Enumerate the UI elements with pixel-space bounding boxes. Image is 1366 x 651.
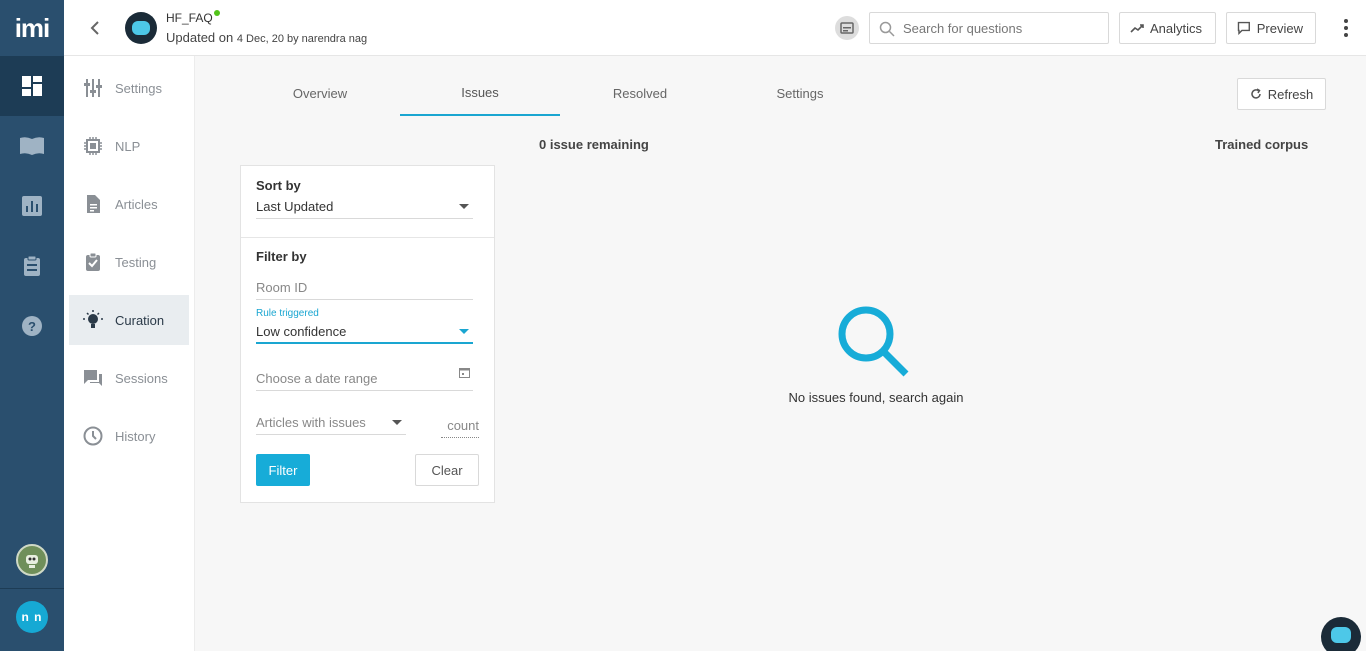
more-vertical-icon[interactable] (1336, 18, 1356, 38)
tab-settings[interactable]: Settings (720, 70, 880, 116)
layout-toggle[interactable] (835, 16, 859, 40)
refresh-label: Refresh (1267, 86, 1314, 102)
lightbulb-icon (83, 310, 103, 328)
room-id-input[interactable]: Room ID (256, 276, 473, 300)
sort-select[interactable]: Last Updated (256, 195, 473, 219)
calendar-icon (459, 368, 470, 378)
sidebar-item-testing[interactable]: Testing (69, 237, 189, 287)
svg-text:?: ? (28, 319, 36, 334)
rule-triggered-label: Rule triggered (256, 308, 319, 319)
updated-info: Updated on 4 Dec, 20 by narendra nag (166, 30, 367, 45)
rule-value: Low confidence (256, 323, 347, 339)
tab-overview[interactable]: Overview (240, 70, 400, 116)
caret-down-icon (459, 329, 469, 334)
updated-meta: 4 Dec, 20 by narendra nag (236, 33, 368, 45)
articles-with-issues-select[interactable]: Articles with issues (256, 411, 406, 435)
refresh-icon (1251, 88, 1261, 99)
rail-knowledge[interactable] (0, 116, 64, 176)
count-input[interactable]: count (441, 414, 479, 438)
document-icon (87, 195, 100, 213)
bar-chart-icon (22, 196, 42, 216)
sidebar-item-sessions[interactable]: Sessions (69, 353, 189, 403)
bot-logo (125, 12, 157, 44)
sidebar-item-label: Testing (115, 254, 157, 270)
analytics-label: Analytics (1150, 20, 1203, 36)
empty-state-message: No issues found, search again (788, 390, 964, 405)
sidebar-item-history[interactable]: History (69, 411, 189, 461)
search-box[interactable] (869, 12, 1109, 44)
search-input[interactable] (903, 13, 1103, 43)
filter-button[interactable]: Filter (256, 454, 310, 486)
book-icon (20, 137, 44, 155)
sidebar-item-label: Settings (115, 80, 162, 96)
rail-divider (0, 588, 64, 589)
app-rail: imi ? n n (0, 0, 64, 651)
sidebar-item-curation[interactable]: Curation (69, 295, 189, 345)
sidebar-item-label: NLP (115, 138, 141, 154)
help-icon: ? (22, 316, 42, 336)
sidebar-item-label: Articles (115, 196, 158, 212)
filter-by-label: Filter by (256, 249, 307, 264)
sort-by-label: Sort by (256, 178, 301, 193)
bot-avatar[interactable] (16, 544, 48, 576)
sidebar-item-settings[interactable]: Settings (69, 63, 189, 113)
caret-down-icon (392, 420, 402, 425)
sidebar-item-label: Sessions (115, 370, 168, 386)
dashboard-icon (22, 76, 42, 96)
sidebar-item-label: History (115, 428, 156, 444)
chevron-left-icon[interactable] (86, 18, 106, 38)
user-avatar[interactable]: n n (16, 601, 48, 633)
rail-tasks[interactable] (0, 236, 64, 296)
refresh-button[interactable]: Refresh (1237, 78, 1326, 110)
sliders-icon (84, 79, 102, 97)
issues-remaining: 0 issue remaining (539, 137, 649, 152)
rail-analytics[interactable] (0, 176, 64, 236)
search-icon (838, 306, 909, 377)
bot-sidebar: Settings NLP Articles Testing Curation S… (64, 56, 195, 651)
tab-resolved[interactable]: Resolved (560, 70, 720, 116)
rail-help[interactable]: ? (0, 296, 64, 356)
preview-button[interactable]: Preview (1226, 12, 1316, 44)
updated-prefix: Updated on (166, 30, 234, 45)
sidebar-item-label: Curation (115, 312, 165, 328)
sidebar-item-nlp[interactable]: NLP (69, 121, 189, 171)
rail-dashboard[interactable] (0, 56, 64, 116)
clipboard-check-icon (86, 252, 100, 271)
bot-name: HF_FAQ (166, 11, 213, 25)
chatbot-launcher[interactable] (1321, 617, 1361, 651)
chip-icon (84, 137, 102, 155)
message-icon (1237, 21, 1250, 35)
date-range-placeholder: Choose a date range (256, 371, 378, 386)
online-status-dot (214, 10, 220, 16)
sort-value: Last Updated (256, 199, 334, 214)
clipboard-icon (24, 255, 40, 276)
articles-placeholder: Articles with issues (256, 415, 366, 430)
robot-icon (26, 555, 38, 568)
panel-divider (241, 237, 494, 238)
window-icon (840, 22, 854, 34)
date-range-input[interactable]: Choose a date range (256, 367, 473, 391)
sidebar-item-articles[interactable]: Articles (69, 179, 189, 229)
imi-logo[interactable]: imi (0, 0, 64, 56)
trained-corpus-heading: Trained corpus (1215, 137, 1309, 152)
search-icon (879, 21, 895, 37)
filter-panel: Sort by Last Updated Filter by Room ID R… (240, 165, 495, 503)
caret-down-icon (459, 204, 469, 209)
tab-issues[interactable]: Issues (400, 70, 560, 116)
analytics-button[interactable]: Analytics (1119, 12, 1216, 44)
clear-button[interactable]: Clear (415, 454, 479, 486)
rule-triggered-select[interactable]: Low confidence (256, 320, 473, 344)
history-icon (83, 426, 103, 446)
chat-icon (84, 370, 102, 386)
preview-label: Preview (1256, 20, 1303, 36)
top-header: HF_FAQ Updated on 4 Dec, 20 by narendra … (64, 0, 1366, 56)
trending-up-icon (1130, 24, 1144, 33)
